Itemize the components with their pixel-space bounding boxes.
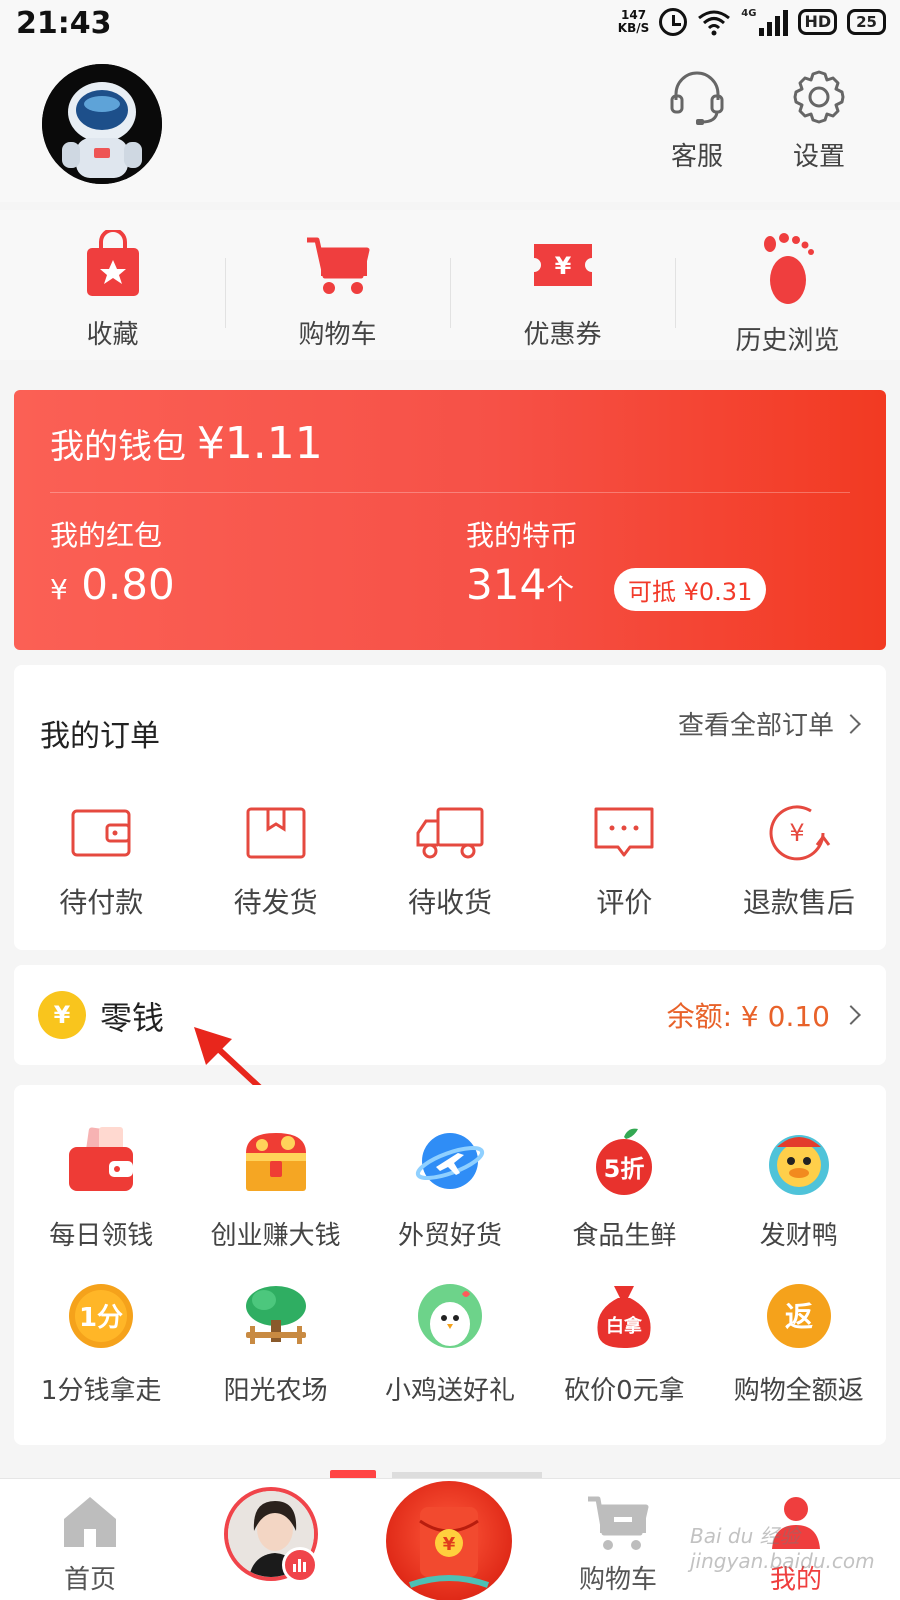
orders-card: 我的订单 查看全部订单 待付款 待发货 待收货 评价 ¥ 退款售后 <box>14 665 886 950</box>
order-review[interactable]: 评价 <box>537 803 711 921</box>
wallet-amount: ¥1.11 <box>196 418 323 469</box>
coin-value[interactable]: 314个 <box>466 560 574 609</box>
battery-icon: 25 <box>847 9 886 35</box>
box-icon <box>246 807 306 859</box>
service-one-cent[interactable]: 1分 1分钱拿走 <box>14 1280 188 1407</box>
redpacket-label: 我的红包 <box>50 519 163 552</box>
coin-label: 我的特币 <box>466 519 579 552</box>
customer-service-button[interactable]: 客服 <box>652 66 742 173</box>
service-chick-gift[interactable]: 小鸡送好礼 <box>363 1280 537 1407</box>
globe-plane-icon <box>415 1133 485 1189</box>
truck-icon <box>416 807 484 859</box>
svg-text:¥: ¥ <box>554 252 571 280</box>
astronaut-icon <box>42 64 162 184</box>
avatar[interactable] <box>42 64 162 184</box>
gear-icon <box>793 70 845 124</box>
wifi-icon <box>698 10 731 36</box>
tab-red-envelope[interactable]: ¥ <box>386 1481 512 1600</box>
change-title: 零钱 <box>100 999 165 1037</box>
cell-signal-icon: 4G <box>741 8 789 36</box>
order-refund[interactable]: ¥ 退款售后 <box>712 803 886 921</box>
quick-link-history[interactable]: 历史浏览 <box>675 210 900 360</box>
alarm-icon <box>659 8 688 36</box>
watermark: Bai du 经验 jingyan.baidu.com <box>690 1524 875 1573</box>
chick-icon <box>417 1284 482 1348</box>
favorites-bag-icon <box>86 230 139 296</box>
wallet-icon <box>71 809 131 857</box>
services-card: 每日领钱 创业赚大钱 外贸好货 5折 食品生鲜 发财鸭 1分 1分钱拿走 阳光农… <box>14 1085 886 1445</box>
cart-icon <box>306 237 369 294</box>
chevron-right-icon <box>841 1005 861 1025</box>
status-bar: 21:43 147 KB/S 4G HD 25 <box>0 0 900 52</box>
chevron-right-icon <box>841 713 861 734</box>
customer-service-label: 客服 <box>670 142 723 172</box>
status-time: 21:43 <box>16 6 112 41</box>
quick-link-coupons[interactable]: ¥ 优惠券 <box>450 210 675 360</box>
cart-icon <box>588 1496 649 1550</box>
order-pending-payment[interactable]: 待付款 <box>14 803 188 921</box>
wallet-card[interactable]: 我的钱包 ¥1.11 我的红包 ¥ 0.80 我的特币 314个 可抵 ¥0.3… <box>14 390 886 650</box>
service-full-rebate[interactable]: 返 购物全额返 <box>712 1280 886 1407</box>
treasure-chest-icon <box>245 1133 306 1191</box>
settings-button[interactable]: 设置 <box>774 66 864 173</box>
svg-text:¥: ¥ <box>443 1534 456 1555</box>
quick-link-favorites[interactable]: 收藏 <box>0 210 225 360</box>
home-icon <box>64 1497 116 1547</box>
services-grid: 每日领钱 创业赚大钱 外贸好货 5折 食品生鲜 发财鸭 1分 1分钱拿走 阳光农… <box>14 1125 886 1407</box>
redpacket-value[interactable]: ¥ 0.80 <box>50 560 175 609</box>
change-card[interactable]: ¥ 零钱 余额: ¥ 0.10 <box>14 965 886 1065</box>
service-startup[interactable]: 创业赚大钱 <box>188 1125 362 1252</box>
live-badge-icon <box>282 1547 318 1583</box>
service-fresh-food[interactable]: 5折 食品生鲜 <box>537 1125 711 1252</box>
service-daily-money[interactable]: 每日领钱 <box>14 1125 188 1252</box>
svg-text:返: 返 <box>785 1300 813 1333</box>
service-foreign-trade[interactable]: 外贸好货 <box>363 1125 537 1252</box>
red-wallet-icon <box>69 1127 134 1191</box>
coin-offset-badge: 可抵 ¥0.31 <box>614 568 767 611</box>
red-envelope-icon: ¥ <box>408 1507 490 1588</box>
rebate-icon: 返 <box>766 1284 831 1348</box>
duck-icon <box>768 1135 829 1195</box>
service-fortune-duck[interactable]: 发财鸭 <box>712 1125 886 1252</box>
order-status-row: 待付款 待发货 待收货 评价 ¥ 退款售后 <box>14 803 886 921</box>
orders-title: 我的订单 <box>40 719 160 754</box>
comment-icon <box>594 807 654 857</box>
quick-links: 收藏 购物车 ¥ 优惠券 历史浏览 <box>0 210 900 360</box>
order-pending-receipt[interactable]: 待收货 <box>363 803 537 921</box>
svg-text:5折: 5折 <box>604 1155 645 1183</box>
hd-icon: HD <box>798 9 838 35</box>
tree-icon <box>245 1286 306 1344</box>
apple-discount-icon: 5折 <box>596 1128 653 1195</box>
refund-icon: ¥ <box>769 805 831 861</box>
headset-icon <box>670 71 724 125</box>
status-icons: 147 KB/S 4G HD 25 <box>618 8 886 36</box>
coupon-icon: ¥ <box>533 244 592 286</box>
wallet-title: 我的钱包 ¥1.11 <box>50 418 323 469</box>
svg-text:¥: ¥ <box>789 819 804 847</box>
footprint-icon <box>763 233 814 304</box>
divider <box>50 492 850 493</box>
net-speed: 147 KB/S <box>617 8 650 35</box>
coin-icon: ¥ <box>38 991 86 1039</box>
order-pending-shipment[interactable]: 待发货 <box>188 803 362 921</box>
svg-text:1分: 1分 <box>79 1303 123 1333</box>
view-all-orders-link[interactable]: 查看全部订单 <box>678 705 861 742</box>
profile-header: 客服 设置 <box>0 52 900 202</box>
svg-text:白拿: 白拿 <box>606 1315 643 1337</box>
service-bargain[interactable]: 白拿 砍价0元拿 <box>537 1280 711 1407</box>
change-balance-link[interactable]: 余额: ¥ 0.10 <box>667 995 861 1035</box>
one-cent-icon: 1分 <box>69 1284 134 1348</box>
money-bag-icon: 白拿 <box>597 1286 651 1348</box>
settings-label: 设置 <box>792 142 845 172</box>
quick-link-cart[interactable]: 购物车 <box>225 210 450 360</box>
service-sunny-farm[interactable]: 阳光农场 <box>188 1280 362 1407</box>
